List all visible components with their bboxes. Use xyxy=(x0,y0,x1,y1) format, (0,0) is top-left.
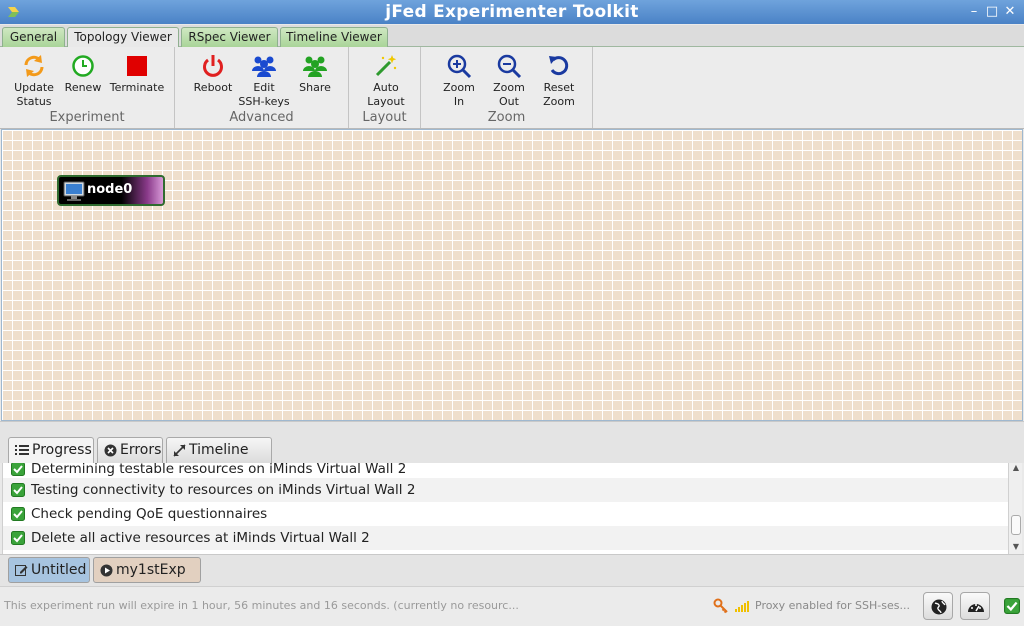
edit-ssh-keys-button[interactable]: Edit SSH-keys xyxy=(238,53,290,109)
zoom-group-label: Zoom xyxy=(487,110,526,125)
layout-group-label: Layout xyxy=(362,110,407,125)
check-icon xyxy=(11,483,25,497)
expiry-status: This experiment run will expire in 1 hou… xyxy=(4,599,519,612)
log-row: Check pending QoE questionnaires xyxy=(3,502,1008,526)
play-icon xyxy=(100,564,113,576)
computer-icon xyxy=(63,181,85,201)
tab-general[interactable]: General xyxy=(2,27,65,47)
tab-timeline-log[interactable]: Timeline log xyxy=(166,437,272,483)
tab-timeline-viewer[interactable]: Timeline Viewer xyxy=(280,27,388,47)
zoom-out-icon xyxy=(497,54,522,79)
edit-ssh-keys-label: Edit SSH-keys xyxy=(238,81,290,108)
reboot-label: Reboot xyxy=(193,81,233,94)
experiment-group-label: Experiment xyxy=(49,110,125,125)
zoom-out-button[interactable]: Zoom Out xyxy=(483,53,535,109)
experiment-tabs: Untitled my1stExp ✕ xyxy=(0,554,1024,602)
zoom-in-label: Zoom In xyxy=(443,81,475,108)
list-icon xyxy=(15,445,29,455)
advanced-group: Reboot Edit SSH-keys Share Advanced xyxy=(175,47,349,128)
log-scrollbar[interactable]: ▲ ▼ xyxy=(1008,463,1022,554)
edit-icon xyxy=(15,564,28,576)
stop-icon xyxy=(127,56,147,76)
renew-button[interactable]: Renew xyxy=(57,53,109,95)
users-icon xyxy=(252,56,276,77)
expand-icon xyxy=(173,443,186,457)
title-bar: jFed Experimenter Toolkit – □ ✕ xyxy=(0,0,1024,24)
tab-errors[interactable]: Errors xyxy=(97,437,163,464)
tab-rspec-viewer[interactable]: RSpec Viewer xyxy=(181,27,278,47)
globe-icon xyxy=(931,599,947,615)
log-tabs: Progress Errors Timeline log xyxy=(0,435,1024,483)
proxy-status: Proxy enabled for SSH-ses... xyxy=(755,599,910,612)
auto-layout-button[interactable]: Auto Layout xyxy=(360,53,412,109)
auto-layout-label: Auto Layout xyxy=(367,81,405,108)
zoom-group: Zoom In Zoom Out Reset Zoom Zoom xyxy=(421,47,593,128)
dashboard-icon xyxy=(968,604,984,612)
check-icon xyxy=(11,531,25,545)
zoom-in-icon xyxy=(447,54,472,79)
advanced-group-label: Advanced xyxy=(229,110,294,125)
log-text: Check pending QoE questionnaires xyxy=(31,506,268,522)
main-tabs: General Topology Viewer RSpec Viewer Tim… xyxy=(0,25,1024,48)
experiment-tab-untitled[interactable]: Untitled xyxy=(8,557,90,583)
error-icon xyxy=(104,444,117,456)
experiment-tab-label: my1stExp xyxy=(116,562,186,578)
check-icon xyxy=(11,463,25,476)
reset-icon xyxy=(549,56,569,76)
experiment-tab-label: Untitled xyxy=(31,562,87,578)
layout-group: Auto Layout Layout xyxy=(349,47,421,128)
log-row: Delete all active resources at iMinds Vi… xyxy=(3,526,1008,550)
node-label: node0 xyxy=(87,182,133,197)
tab-progress[interactable]: Progress xyxy=(8,437,94,464)
log-row: Testing connectivity to resources on iMi… xyxy=(3,478,1008,502)
close-button[interactable]: ✕ xyxy=(1002,4,1018,20)
reboot-button[interactable]: Reboot xyxy=(187,53,239,95)
check-icon xyxy=(11,507,25,521)
share-label: Share xyxy=(299,81,331,94)
update-status-label: Update Status xyxy=(14,81,54,108)
status-check-icon xyxy=(1004,598,1020,614)
reset-zoom-button[interactable]: Reset Zoom xyxy=(533,53,585,109)
topology-node[interactable]: node0 xyxy=(57,175,165,206)
refresh-icon xyxy=(24,55,44,77)
log-text: Delete all active resources at iMinds Vi… xyxy=(31,530,370,546)
panel-splitter[interactable] xyxy=(0,421,1024,435)
terminate-button[interactable]: Terminate xyxy=(109,53,165,95)
network-button[interactable] xyxy=(923,592,953,620)
terminate-label: Terminate xyxy=(109,81,165,94)
scroll-thumb[interactable] xyxy=(1011,515,1021,535)
power-icon xyxy=(203,55,223,77)
experiment-group: Update Status Renew Terminate Experiment xyxy=(0,47,175,128)
log-text: Determining testable resources on iMinds… xyxy=(31,463,407,477)
maximize-button[interactable]: □ xyxy=(984,4,1000,20)
performance-button[interactable] xyxy=(960,592,990,620)
progress-log-list: Determining testable resources on iMinds… xyxy=(2,463,1008,554)
tab-progress-label: Progress xyxy=(32,442,92,458)
reset-zoom-label: Reset Zoom xyxy=(543,81,575,108)
scroll-up-icon[interactable]: ▲ xyxy=(1009,463,1023,475)
status-bar: This experiment run will expire in 1 hou… xyxy=(0,586,1024,626)
topology-canvas[interactable]: node0 xyxy=(1,129,1023,421)
signal-icon xyxy=(735,601,749,612)
window-title: jFed Experimenter Toolkit xyxy=(385,2,639,22)
tab-topology-viewer[interactable]: Topology Viewer xyxy=(67,27,179,48)
update-status-button[interactable]: Update Status xyxy=(8,53,60,109)
experiment-tab-my1stexp[interactable]: my1stExp ✕ xyxy=(93,557,201,602)
zoom-in-button[interactable]: Zoom In xyxy=(433,53,485,109)
share-users-icon xyxy=(303,56,327,77)
renew-label: Renew xyxy=(64,81,102,94)
log-text: Testing connectivity to resources on iMi… xyxy=(31,482,416,498)
magic-wand-icon xyxy=(375,55,397,77)
share-button[interactable]: Share xyxy=(289,53,341,95)
ribbon-toolbar: Update Status Renew Terminate Experiment… xyxy=(0,47,1024,129)
zoom-out-label: Zoom Out xyxy=(493,81,525,108)
clock-icon xyxy=(72,55,94,77)
key-icon xyxy=(713,598,728,614)
scroll-down-icon[interactable]: ▼ xyxy=(1009,542,1023,554)
minimize-button[interactable]: – xyxy=(966,4,982,20)
tab-errors-label: Errors xyxy=(120,442,162,458)
